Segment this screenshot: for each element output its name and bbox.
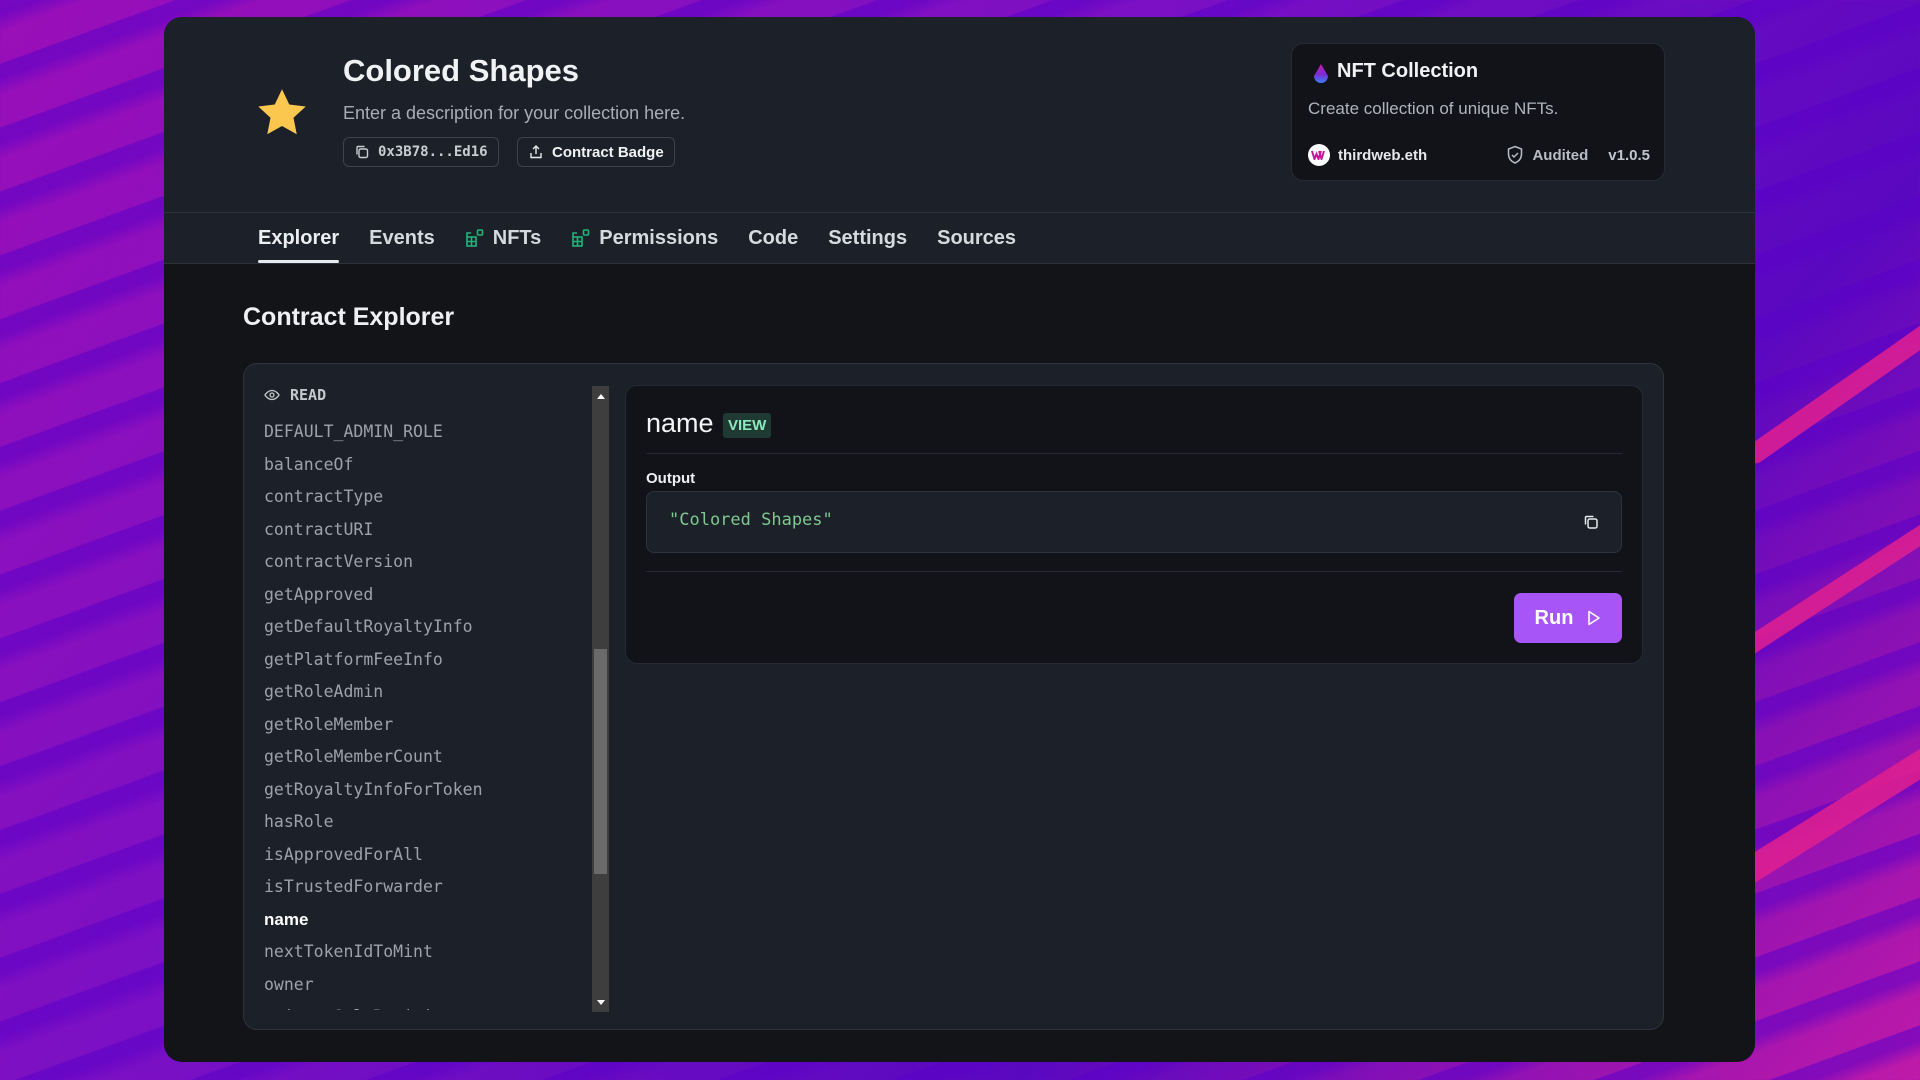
function-name: name <box>646 408 714 438</box>
function-item[interactable]: DEFAULT_ADMIN_ROLE <box>264 416 594 449</box>
function-item[interactable]: getRoleMemberCount <box>264 741 594 774</box>
share-icon <box>530 145 542 159</box>
function-item[interactable]: nextTokenIdToMint <box>264 936 594 969</box>
tab-events[interactable]: Events <box>369 213 435 263</box>
copy-icon <box>356 145 369 159</box>
contract-address: 0x3B78...Ed16 <box>378 144 488 160</box>
function-item[interactable]: contractType <box>264 481 594 514</box>
function-item[interactable]: primarySaleRecipient <box>264 1001 594 1010</box>
function-item[interactable]: getApproved <box>264 579 594 612</box>
scroll-down-arrow-icon[interactable] <box>592 994 609 1010</box>
function-list-scrollbar[interactable] <box>592 386 609 1012</box>
play-icon <box>1588 610 1601 626</box>
thirdweb-logo-icon <box>1308 144 1330 166</box>
extension-icon <box>572 229 590 247</box>
tab-code[interactable]: Code <box>748 213 798 263</box>
contract-badge-label: Contract Badge <box>552 143 664 161</box>
view-badge: VIEW <box>723 413 772 438</box>
star-icon <box>258 89 306 135</box>
run-button[interactable]: Run <box>1514 593 1622 643</box>
function-item[interactable]: balanceOf <box>264 449 594 482</box>
tab-label: Code <box>748 226 799 249</box>
nft-collection-icon <box>1314 64 1328 83</box>
function-detail-panel: name VIEW Output "Colored Shapes" Run <box>625 385 1643 664</box>
run-label: Run <box>1534 606 1574 629</box>
tab-sources[interactable]: Sources <box>937 213 1016 263</box>
function-item[interactable]: getPlatformFeeInfo <box>264 644 594 677</box>
publisher-link[interactable]: thirdweb.eth <box>1338 147 1427 164</box>
collection-description: Enter a description for your collection … <box>343 103 686 123</box>
function-item[interactable]: owner <box>264 969 594 1002</box>
function-item[interactable]: contractURI <box>264 514 594 547</box>
function-item[interactable]: isApprovedForAll <box>264 839 594 872</box>
background-stripe <box>1741 152 1920 468</box>
page-title: Contract Explorer <box>243 303 455 331</box>
divider <box>646 571 1622 572</box>
app-window: Colored Shapes Enter a description for y… <box>164 17 1755 1062</box>
copy-address-button[interactable]: 0x3B78...Ed16 <box>343 137 499 167</box>
function-item[interactable]: getDefaultRoyaltyInfo <box>264 611 594 644</box>
contract-type-title: NFT Collection <box>1337 60 1479 82</box>
scroll-up-arrow-icon[interactable] <box>592 388 609 404</box>
audited-badge: Audited <box>1506 145 1588 165</box>
extension-icon <box>465 229 484 247</box>
function-item[interactable]: contractVersion <box>264 546 594 579</box>
function-list: READ DEFAULT_ADMIN_ROLE balanceOf contract… <box>264 384 594 1010</box>
eye-icon <box>264 389 280 401</box>
collection-title: Colored Shapes <box>343 53 579 88</box>
copy-icon[interactable] <box>1581 512 1601 532</box>
function-item[interactable]: hasRole <box>264 806 594 839</box>
output-field: "Colored Shapes" <box>646 491 1622 553</box>
tab-label: Settings <box>828 226 908 249</box>
function-item[interactable]: isTrustedForwarder <box>264 871 594 904</box>
contract-badge-button[interactable]: Contract Badge <box>517 137 675 167</box>
function-item[interactable]: getRoyaltyInfoForToken <box>264 774 594 807</box>
tab-label: Explorer <box>258 226 340 249</box>
contract-version: v1.0.5 <box>1608 146 1650 164</box>
read-section-header: READ <box>264 384 594 406</box>
tab-label: NFTs <box>492 226 542 249</box>
tab-label: Events <box>369 226 435 249</box>
divider <box>646 453 1622 454</box>
contract-type-description: Create collection of unique NFTs. <box>1308 99 1559 118</box>
tab-permissions[interactable]: Permissions <box>571 213 718 263</box>
function-item[interactable]: name <box>264 904 594 937</box>
tab-explorer[interactable]: Explorer <box>258 213 340 263</box>
function-items: DEFAULT_ADMIN_ROLE balanceOf contractType c… <box>264 416 594 1010</box>
contract-nav-tabs: Explorer Events NFTs Permissions Code Se… <box>164 213 1755 264</box>
contract-header: Colored Shapes Enter a description for y… <box>164 17 1755 213</box>
tab-label: Permissions <box>599 226 719 249</box>
tab-settings[interactable]: Settings <box>828 213 907 263</box>
tab-nfts[interactable]: NFTs <box>465 213 542 263</box>
contract-type-card[interactable]: NFT Collection Create collection of uniq… <box>1291 43 1665 181</box>
read-label: READ <box>290 386 327 404</box>
scrollbar-thumb[interactable] <box>594 649 607 874</box>
function-item[interactable]: getRoleAdmin <box>264 676 594 709</box>
audited-label: Audited <box>1532 146 1589 164</box>
contract-explorer: READ DEFAULT_ADMIN_ROLE balanceOf contract… <box>243 363 1664 1030</box>
shield-check-icon <box>1508 145 1523 164</box>
tab-label: Sources <box>937 226 1017 249</box>
function-item[interactable]: getRoleMember <box>264 709 594 742</box>
output-value: "Colored Shapes" <box>669 510 833 530</box>
output-label: Output <box>646 470 696 487</box>
